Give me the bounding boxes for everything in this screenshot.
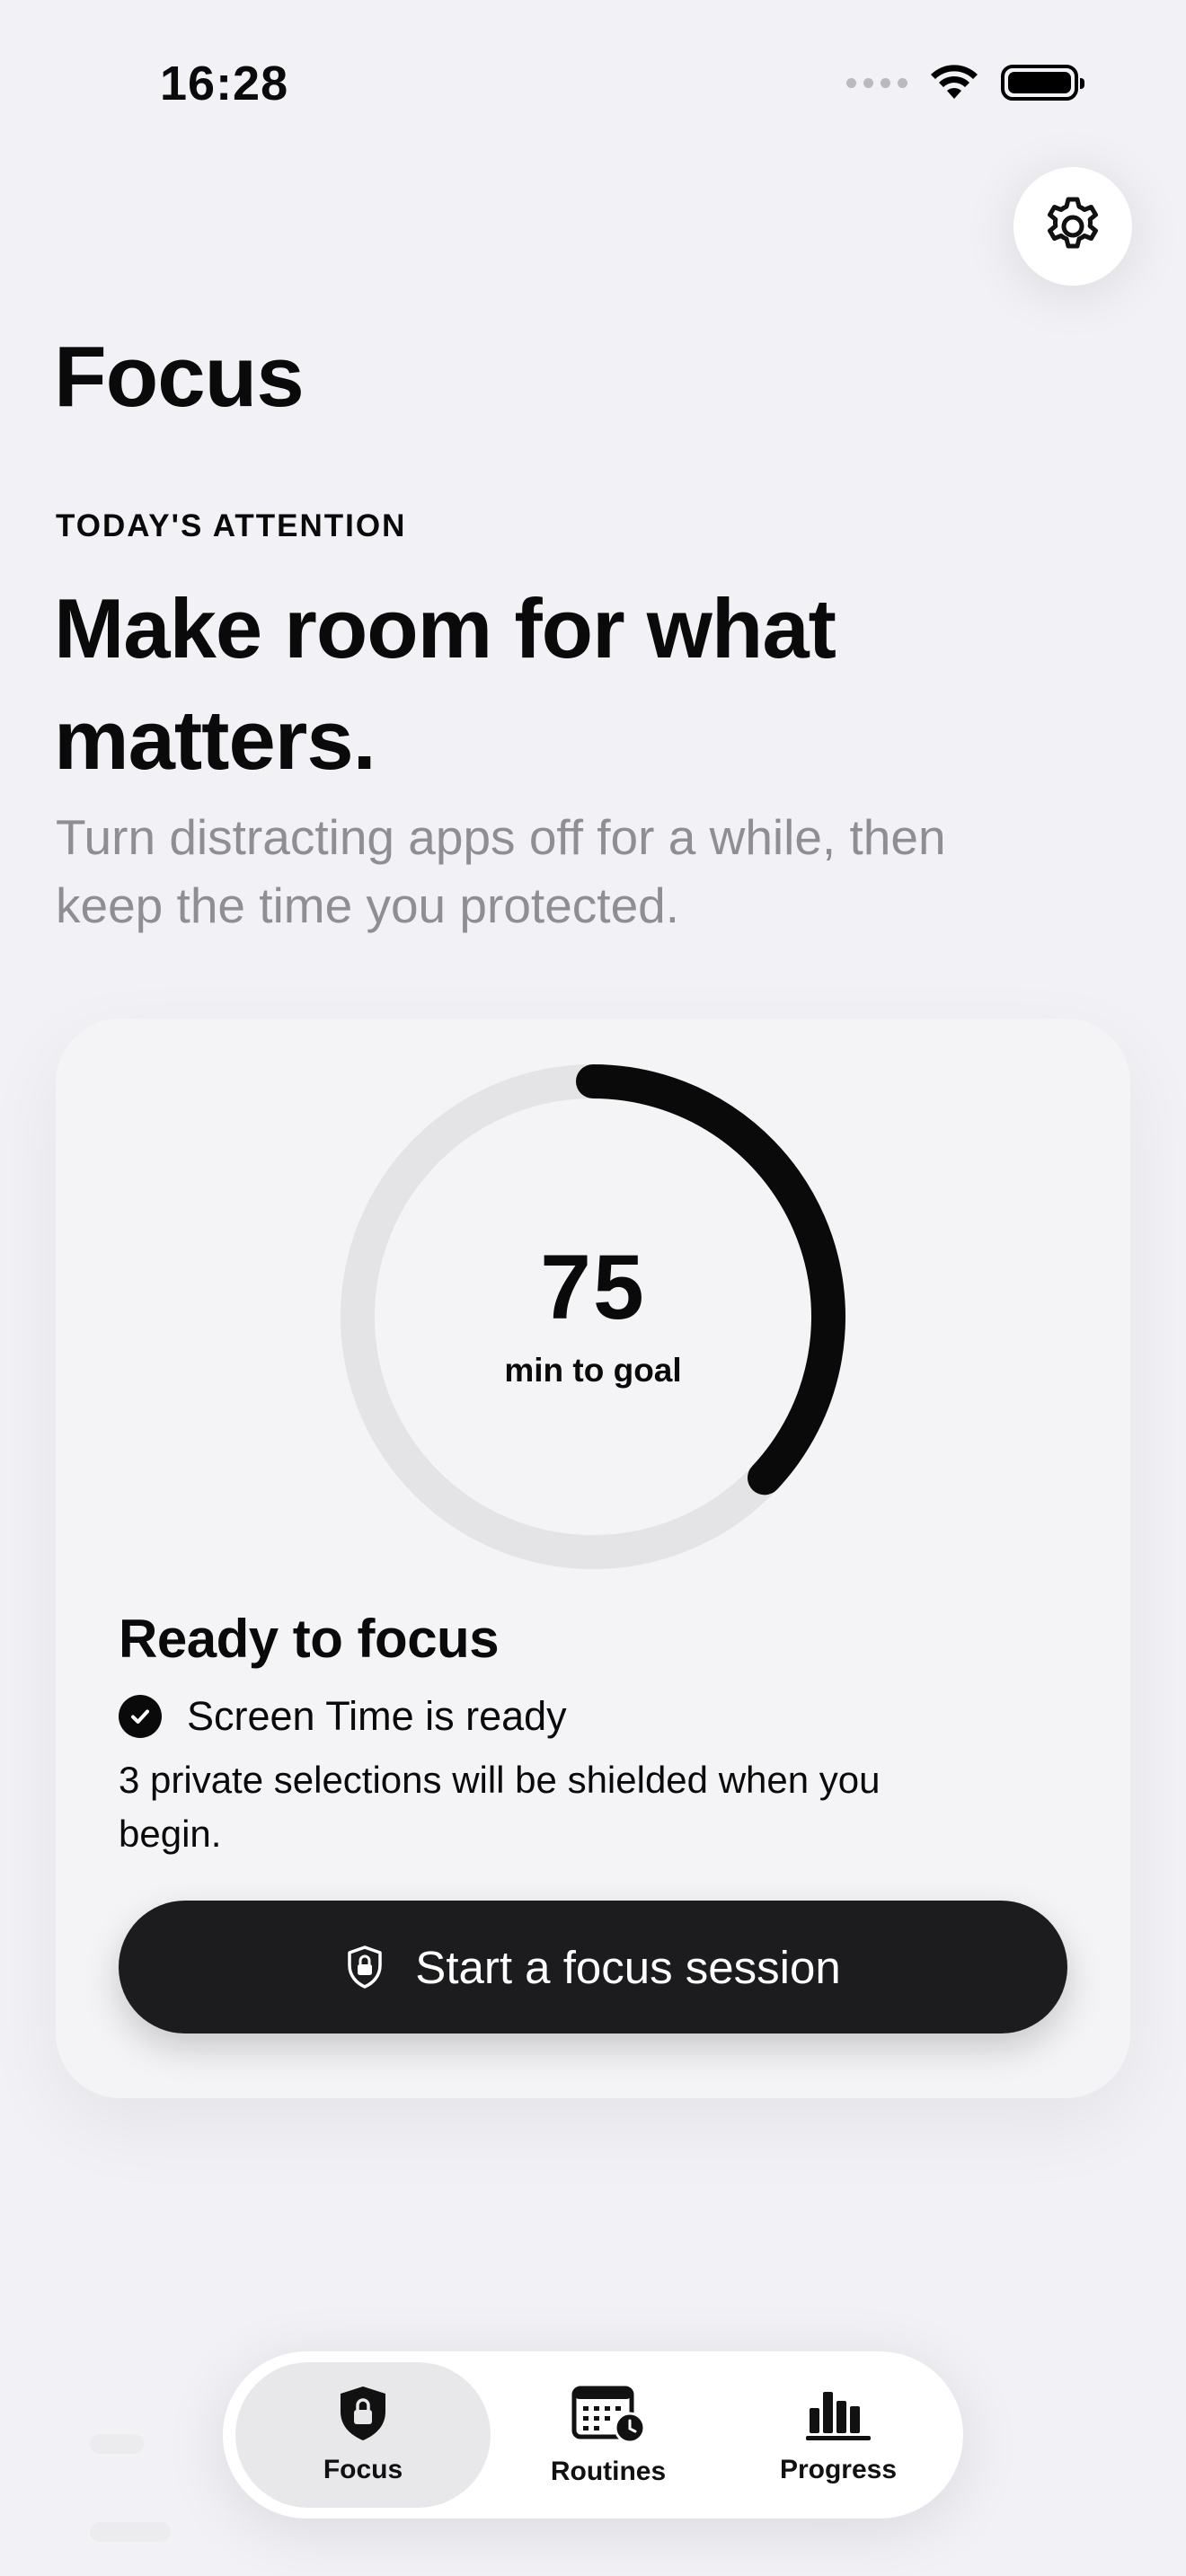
page-title: Focus	[54, 329, 305, 425]
screen-time-label: Screen Time is ready	[187, 1693, 567, 1739]
status-icons	[846, 63, 1084, 102]
tab-progress-label: Progress	[779, 2455, 898, 2484]
screen-time-status: Screen Time is ready	[119, 1693, 567, 1740]
goal-caption: min to goal	[504, 1352, 682, 1389]
section-eyebrow: TODAY'S ATTENTION	[56, 508, 407, 543]
status-time: 16:28	[160, 57, 289, 110]
shield-lock-icon	[341, 2386, 385, 2440]
readiness-heading: Ready to focus	[119, 1609, 500, 1669]
start-focus-session-button[interactable]: Start a focus session	[119, 1901, 1067, 2033]
cellular-signal-icon	[846, 77, 907, 88]
tab-focus-label: Focus	[323, 2455, 403, 2484]
start-button-label: Start a focus session	[415, 1941, 841, 1993]
tab-focus[interactable]: Focus	[235, 2362, 491, 2508]
gear-icon	[1048, 197, 1098, 249]
selections-note: 3 private selections will be shielded wh…	[119, 1759, 881, 1855]
wifi-icon	[931, 65, 978, 99]
settings-button[interactable]	[1013, 167, 1132, 286]
shield-lock-icon	[348, 1945, 383, 1989]
hero-subtitle: Turn distracting apps off for a while, t…	[56, 809, 946, 933]
tab-bar: Focus Routines Progress	[223, 2351, 963, 2519]
goal-minutes-value: 75	[540, 1236, 646, 1338]
battery-icon	[1001, 65, 1084, 101]
tab-routines[interactable]: Routines	[503, 2362, 713, 2508]
calendar-clock-icon	[571, 2386, 646, 2444]
tab-progress[interactable]: Progress	[726, 2362, 951, 2508]
background-content	[90, 2522, 171, 2542]
bar-chart-icon	[806, 2392, 871, 2440]
tab-routines-label: Routines	[550, 2457, 667, 2486]
background-content	[90, 2434, 144, 2454]
checkmark-circle-icon	[119, 1695, 162, 1738]
hero-headline: Make room for what matters.	[54, 581, 836, 787]
